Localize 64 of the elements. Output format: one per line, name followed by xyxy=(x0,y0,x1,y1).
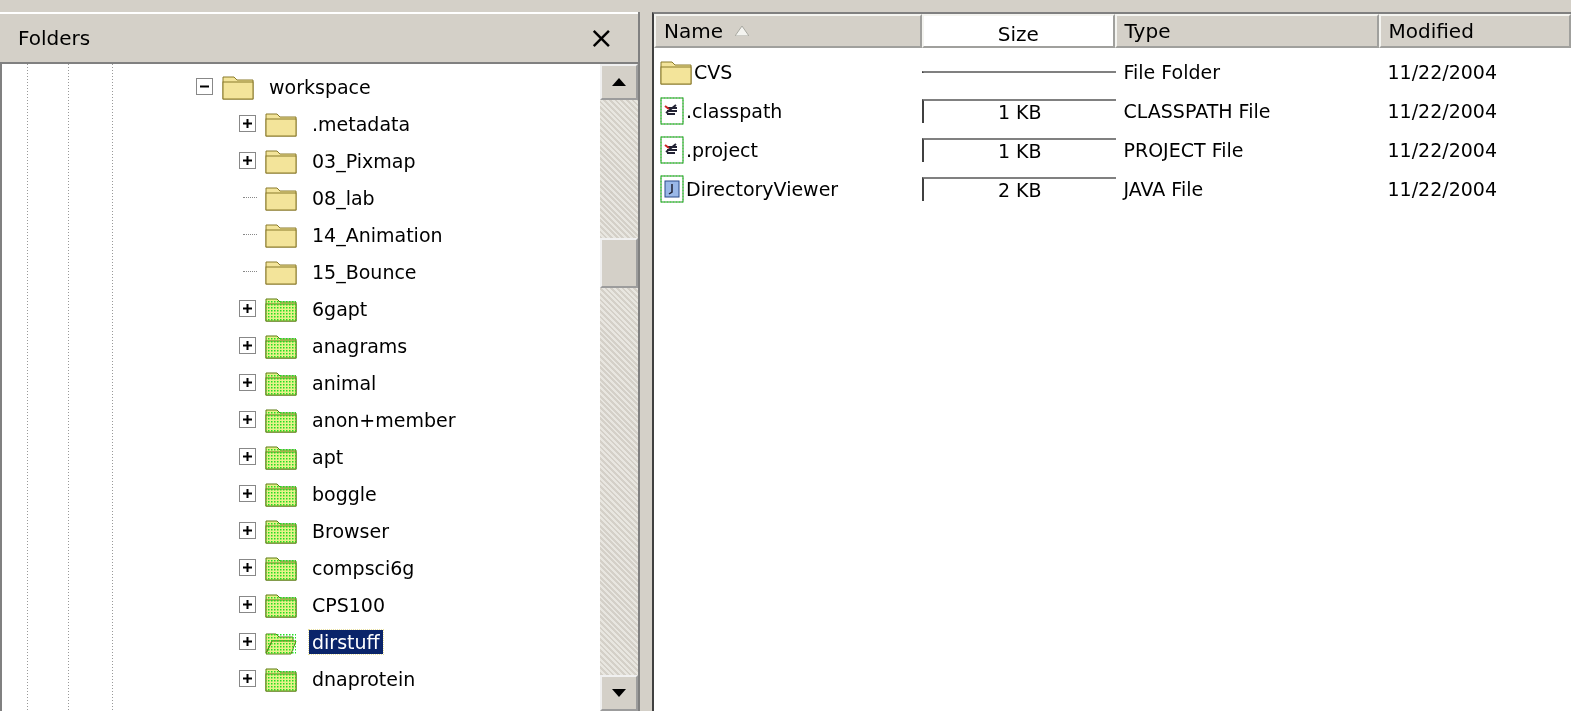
folder-item[interactable]: anagrams xyxy=(309,333,411,358)
config-file-icon xyxy=(660,135,684,164)
tree-connector xyxy=(243,271,257,272)
config-file-icon xyxy=(660,96,684,125)
folder-item[interactable]: boggle xyxy=(309,481,380,506)
scroll-up-button[interactable] xyxy=(600,64,638,100)
file-name[interactable]: CVS xyxy=(694,60,733,83)
pane-title: Folders xyxy=(18,26,91,50)
scrollbar[interactable] xyxy=(600,64,638,711)
folder-item[interactable]: 14_Animation xyxy=(309,222,446,247)
file-date: 11/22/2004 xyxy=(1387,138,1497,161)
expand-icon[interactable] xyxy=(238,596,256,613)
expand-icon[interactable] xyxy=(238,374,256,391)
folder-item[interactable]: .metadata xyxy=(309,111,414,136)
up-arrow-icon xyxy=(612,78,626,86)
file-date: 11/22/2004 xyxy=(1387,177,1497,200)
folder-item[interactable]: anon+member xyxy=(309,407,459,432)
column-header[interactable]: Size xyxy=(922,14,1115,48)
folder-item[interactable]: dnaprotein xyxy=(309,666,419,691)
file-type: JAVA File xyxy=(1123,177,1204,200)
expand-icon[interactable] xyxy=(238,670,256,687)
expand-icon[interactable] xyxy=(238,559,256,576)
file-name[interactable]: .classpath xyxy=(686,99,783,122)
file-type: PROJECT File xyxy=(1123,138,1244,161)
expand-icon[interactable] xyxy=(238,485,256,502)
folder-item[interactable]: animal xyxy=(309,370,380,395)
folder-item[interactable]: dirstuff xyxy=(309,629,383,654)
tree-connector xyxy=(243,234,257,235)
column-header[interactable]: Type xyxy=(1114,14,1379,48)
expand-icon[interactable] xyxy=(238,300,256,317)
column-header[interactable]: Name xyxy=(654,14,922,48)
close-button[interactable]: × xyxy=(586,23,616,53)
file-size: 2 KB xyxy=(997,178,1042,201)
expand-icon[interactable] xyxy=(238,115,256,132)
folder-item[interactable]: 08_lab xyxy=(309,185,378,210)
file-date: 11/22/2004 xyxy=(1387,60,1497,83)
file-type: CLASSPATH File xyxy=(1123,99,1271,122)
folder-item[interactable]: CPS100 xyxy=(309,592,389,617)
expand-icon[interactable] xyxy=(238,448,256,465)
scroll-down-button[interactable] xyxy=(600,675,638,711)
folder-item[interactable]: apt xyxy=(309,444,347,469)
file-name[interactable]: .project xyxy=(686,138,758,161)
collapse-icon[interactable] xyxy=(195,78,213,95)
scroll-thumb[interactable] xyxy=(600,238,638,288)
file-size: 1 KB xyxy=(997,100,1042,123)
java-file-icon xyxy=(660,174,684,203)
column-header[interactable]: Modified xyxy=(1378,14,1571,48)
expand-icon[interactable] xyxy=(238,411,256,428)
tree-connector xyxy=(243,197,257,198)
file-name[interactable]: DirectoryViewer xyxy=(686,177,839,200)
expand-icon[interactable] xyxy=(238,337,256,354)
folder-item[interactable]: 03_Pixmap xyxy=(309,148,419,173)
folder-item[interactable]: workspace xyxy=(266,74,374,99)
folder-item[interactable]: 6gapt xyxy=(309,296,371,321)
folder-item[interactable]: Browser xyxy=(309,518,392,543)
expand-icon[interactable] xyxy=(238,522,256,539)
down-arrow-icon xyxy=(612,689,626,697)
file-date: 11/22/2004 xyxy=(1387,99,1497,122)
folder-item[interactable]: compsci6g xyxy=(309,555,418,580)
expand-icon[interactable] xyxy=(238,152,256,169)
folder-item[interactable]: 15_Bounce xyxy=(309,259,420,284)
expand-icon[interactable] xyxy=(238,633,256,650)
file-type: File Folder xyxy=(1123,60,1221,83)
file-size: 1 KB xyxy=(997,139,1042,162)
